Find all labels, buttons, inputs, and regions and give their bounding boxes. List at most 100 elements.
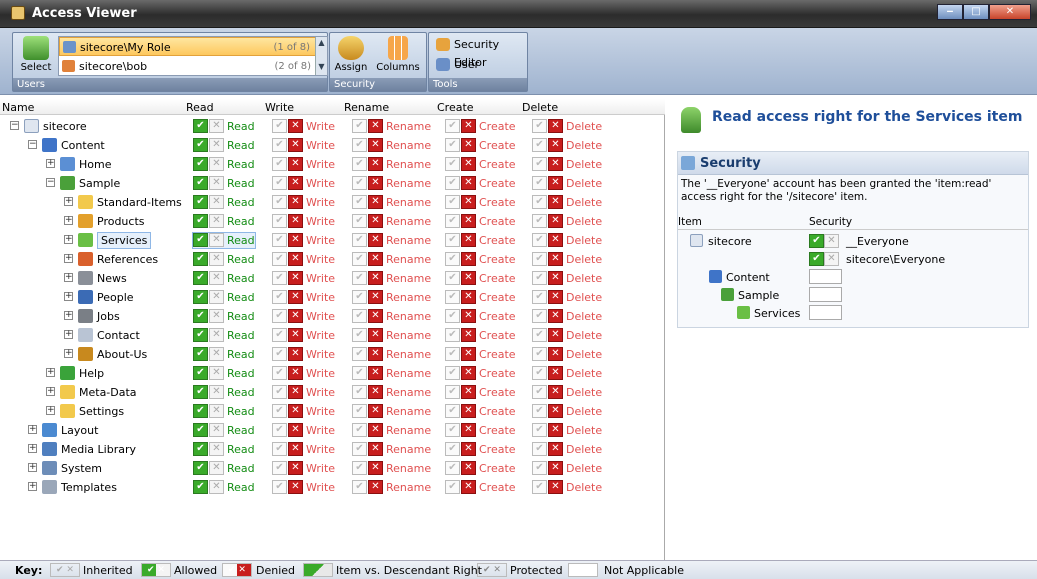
allow-check-icon[interactable]: ✔ xyxy=(532,195,547,209)
write-right-cell[interactable]: ✔ ✕ Write xyxy=(272,214,335,229)
tree-item-label[interactable]: News xyxy=(97,272,127,285)
table-row[interactable]: + Templates ✔ ✕ Read ✔ ✕ Write ✔ ✕ Rename ✔ ✕ Create ✔… xyxy=(0,478,665,497)
allow-check-icon[interactable]: ✔ xyxy=(272,271,287,285)
allow-check-icon[interactable]: ✔ xyxy=(193,138,208,152)
allow-check-icon[interactable]: ✔ xyxy=(193,423,208,437)
deny-cross-icon[interactable]: ✕ xyxy=(548,195,563,209)
allow-check-icon[interactable]: ✔ xyxy=(532,138,547,152)
write-right-cell[interactable]: ✔ ✕ Write xyxy=(272,404,335,419)
tree-item-label[interactable]: Services xyxy=(97,232,152,249)
column-header-create[interactable]: Create xyxy=(437,101,474,114)
allow-check-icon[interactable]: ✔ xyxy=(193,347,208,361)
deny-cross-icon[interactable]: ✕ xyxy=(209,176,224,190)
delete-right-cell[interactable]: ✔ ✕ Delete xyxy=(532,290,602,305)
tree-item-label[interactable]: Media Library xyxy=(61,443,136,456)
delete-right-cell[interactable]: ✔ ✕ Delete xyxy=(532,328,602,343)
rename-right-cell[interactable]: ✔ ✕ Rename xyxy=(352,252,431,267)
deny-cross-icon[interactable]: ✕ xyxy=(461,480,476,494)
deny-cross-icon[interactable]: ✕ xyxy=(209,252,224,266)
deny-cross-icon[interactable]: ✕ xyxy=(288,480,303,494)
deny-cross-icon[interactable]: ✕ xyxy=(548,271,563,285)
write-right-cell[interactable]: ✔ ✕ Write xyxy=(272,271,335,286)
allow-check-icon[interactable]: ✔ xyxy=(532,309,547,323)
delete-right-cell[interactable]: ✔ ✕ Delete xyxy=(532,423,602,438)
create-right-cell[interactable]: ✔ ✕ Create xyxy=(445,195,516,210)
allow-check-icon[interactable]: ✔ xyxy=(532,176,547,190)
allow-check-icon[interactable]: ✔ xyxy=(352,480,367,494)
rename-right-cell[interactable]: ✔ ✕ Rename xyxy=(352,404,431,419)
expand-icon[interactable]: + xyxy=(46,406,55,415)
rename-right-cell[interactable]: ✔ ✕ Rename xyxy=(352,442,431,457)
deny-cross-icon[interactable]: ✕ xyxy=(288,271,303,285)
deny-cross-icon[interactable]: ✕ xyxy=(209,271,224,285)
allow-check-icon[interactable]: ✔ xyxy=(193,195,208,209)
write-right-cell[interactable]: ✔ ✕ Write xyxy=(272,347,335,362)
write-right-cell[interactable]: ✔ ✕ Write xyxy=(272,309,335,324)
expand-icon[interactable]: + xyxy=(46,159,55,168)
read-right-cell[interactable]: ✔ ✕ Read xyxy=(193,347,255,362)
allow-check-icon[interactable]: ✔ xyxy=(193,271,208,285)
deny-cross-icon[interactable]: ✕ xyxy=(368,214,383,228)
allow-check-icon[interactable]: ✔ xyxy=(272,138,287,152)
allow-check-icon[interactable]: ✔ xyxy=(272,176,287,190)
deny-cross-icon[interactable]: ✕ xyxy=(368,195,383,209)
tree-item-label[interactable]: Settings xyxy=(79,405,124,418)
allow-check-icon[interactable]: ✔ xyxy=(272,290,287,304)
deny-cross-icon[interactable]: ✕ xyxy=(368,176,383,190)
deny-cross-icon[interactable]: ✕ xyxy=(368,157,383,171)
deny-cross-icon[interactable]: ✕ xyxy=(288,461,303,475)
deny-cross-icon[interactable]: ✕ xyxy=(461,347,476,361)
deny-cross-icon[interactable]: ✕ xyxy=(368,328,383,342)
allow-check-icon[interactable]: ✔ xyxy=(193,157,208,171)
allow-check-icon[interactable]: ✔ xyxy=(532,290,547,304)
allow-check-icon[interactable]: ✔ xyxy=(532,480,547,494)
deny-cross-icon[interactable]: ✕ xyxy=(461,385,476,399)
allow-check-icon[interactable]: ✔ xyxy=(532,157,547,171)
allow-check-icon[interactable]: ✔ xyxy=(445,385,460,399)
allow-check-icon[interactable]: ✔ xyxy=(193,461,208,475)
user-manager-button[interactable]: User Manager xyxy=(434,56,527,89)
tree-item-label[interactable]: sitecore xyxy=(43,120,87,133)
expand-icon[interactable]: + xyxy=(64,197,73,206)
deny-cross-icon[interactable]: ✕ xyxy=(288,157,303,171)
rename-right-cell[interactable]: ✔ ✕ Rename xyxy=(352,271,431,286)
expand-icon[interactable]: + xyxy=(64,349,73,358)
allow-check-icon[interactable]: ✔ xyxy=(532,404,547,418)
allow-check-icon[interactable]: ✔ xyxy=(532,233,547,247)
create-right-cell[interactable]: ✔ ✕ Create xyxy=(445,138,516,153)
allow-check-icon[interactable]: ✔ xyxy=(445,480,460,494)
deny-cross-icon[interactable]: ✕ xyxy=(288,423,303,437)
deny-cross-icon[interactable]: ✕ xyxy=(368,423,383,437)
tree-item-label[interactable]: Standard-Items xyxy=(97,196,182,209)
table-row[interactable]: + About-Us ✔ ✕ Read ✔ ✕ Write ✔ ✕ Rename ✔ ✕ Create ✔ ✕… xyxy=(0,345,665,364)
allow-check-icon[interactable]: ✔ xyxy=(352,347,367,361)
table-row[interactable]: + People ✔ ✕ Read ✔ ✕ Write ✔ ✕ Rename ✔ ✕ Create ✔ ✕ De… xyxy=(0,288,665,307)
write-right-cell[interactable]: ✔ ✕ Write xyxy=(272,423,335,438)
deny-cross-icon[interactable]: ✕ xyxy=(548,214,563,228)
allow-check-icon[interactable]: ✔ xyxy=(272,461,287,475)
deny-cross-icon[interactable]: ✕ xyxy=(461,271,476,285)
allow-check-icon[interactable]: ✔ xyxy=(193,404,208,418)
deny-cross-icon[interactable]: ✕ xyxy=(461,328,476,342)
column-header-name[interactable]: Name xyxy=(2,101,34,114)
deny-cross-icon[interactable]: ✕ xyxy=(288,119,303,133)
table-row[interactable]: − Sample ✔ ✕ Read ✔ ✕ Write ✔ ✕ Rename ✔ ✕ Create ✔ ✕ De… xyxy=(0,174,665,193)
deny-cross-icon[interactable]: ✕ xyxy=(209,195,224,209)
deny-cross-icon[interactable]: ✕ xyxy=(461,252,476,266)
rename-right-cell[interactable]: ✔ ✕ Rename xyxy=(352,461,431,476)
rename-right-cell[interactable]: ✔ ✕ Rename xyxy=(352,347,431,362)
write-right-cell[interactable]: ✔ ✕ Write xyxy=(272,176,335,191)
collapse-icon[interactable]: − xyxy=(46,178,55,187)
create-right-cell[interactable]: ✔ ✕ Create xyxy=(445,347,516,362)
deny-cross-icon[interactable]: ✕ xyxy=(461,157,476,171)
table-row[interactable]: − sitecore ✔ ✕ Read ✔ ✕ Write ✔ ✕ Rename ✔ ✕ Create ✔ ✕… xyxy=(0,117,665,136)
allow-check-icon[interactable]: ✔ xyxy=(445,366,460,380)
tree-item-label[interactable]: People xyxy=(97,291,134,304)
column-header-read[interactable]: Read xyxy=(186,101,214,114)
read-right-cell[interactable]: ✔ ✕ Read xyxy=(193,404,255,419)
delete-right-cell[interactable]: ✔ ✕ Delete xyxy=(532,233,602,248)
table-row[interactable]: + Media Library ✔ ✕ Read ✔ ✕ Write ✔ ✕ Rename ✔ ✕ Cre… xyxy=(0,440,665,459)
write-right-cell[interactable]: ✔ ✕ Write xyxy=(272,328,335,343)
deny-cross-icon[interactable]: ✕ xyxy=(368,309,383,323)
deny-cross-icon[interactable]: ✕ xyxy=(548,366,563,380)
